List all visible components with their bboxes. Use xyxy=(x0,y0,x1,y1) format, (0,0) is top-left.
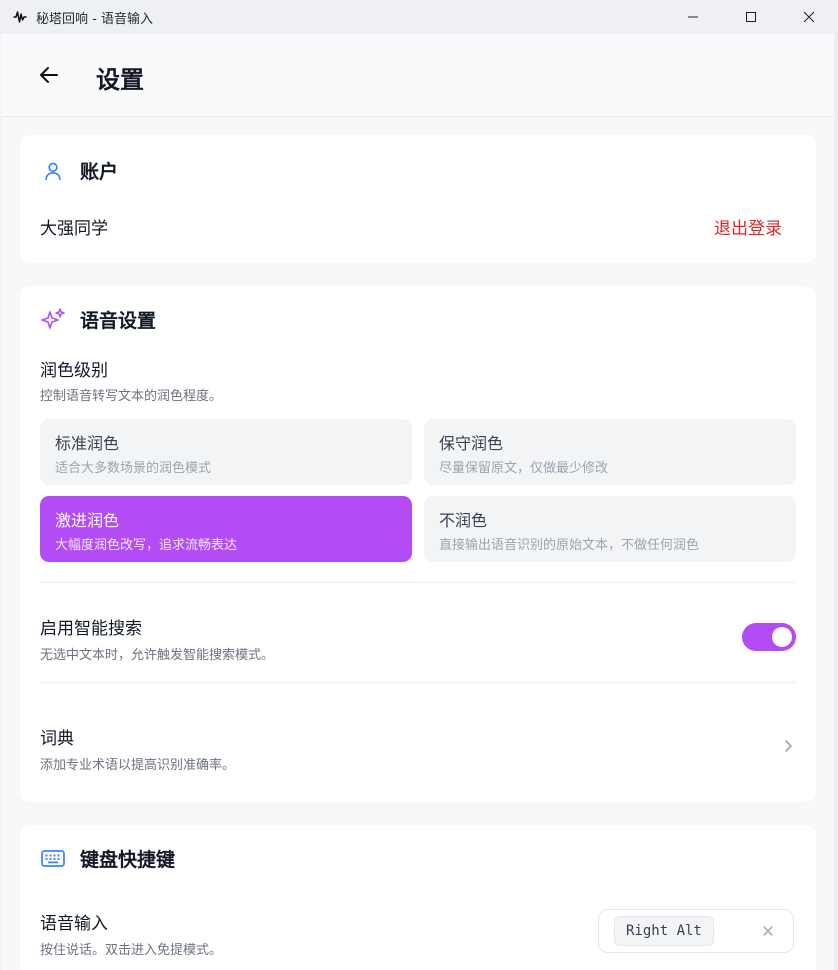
option-title: 标准润色 xyxy=(55,434,120,453)
voice-settings-title: 语音设置 xyxy=(80,310,157,332)
account-card: 账户 大强同学 退出登录 xyxy=(20,135,816,263)
page-title: 设置 xyxy=(96,66,144,94)
smart-search-toggle[interactable] xyxy=(742,623,796,651)
close-icon xyxy=(803,11,815,23)
voice-settings-heading: 语音设置 xyxy=(40,306,156,333)
window-controls xyxy=(664,0,838,34)
shortcut-key-chip: Right Alt xyxy=(614,916,714,946)
username: 大强同学 xyxy=(40,219,108,239)
polish-option-aggressive[interactable]: 激进润色 大幅度润色改写，追求流畅表达 xyxy=(40,496,412,562)
maximize-icon xyxy=(746,12,756,22)
option-description: 尽量保留原文，仅做最少修改 xyxy=(439,461,609,476)
clear-shortcut-button[interactable] xyxy=(761,924,775,938)
toggle-knob xyxy=(772,627,792,647)
polish-level-description: 控制语音转写文本的润色程度。 xyxy=(40,389,223,404)
dictionary-description: 添加专业术语以提高识别准确率。 xyxy=(40,758,236,773)
voice-input-title: 语音输入 xyxy=(40,914,108,934)
polish-level-title: 润色级别 xyxy=(40,361,108,381)
scrollbar[interactable] xyxy=(834,34,838,970)
dictionary-title: 词典 xyxy=(40,729,74,749)
close-window-button[interactable] xyxy=(780,0,838,34)
sparkles-icon xyxy=(40,307,66,333)
option-description: 适合大多数场景的润色模式 xyxy=(55,461,212,476)
option-title: 激进润色 xyxy=(55,511,120,530)
divider xyxy=(40,682,796,683)
polish-option-none[interactable]: 不润色 直接输出语音识别的原始文本，不做任何润色 xyxy=(424,496,796,562)
keyboard-shortcuts-title: 键盘快捷键 xyxy=(80,849,176,871)
keyboard-shortcuts-card: 键盘快捷键 语音输入 按住说话。双击进入免提模式。 Right Alt xyxy=(20,825,816,970)
user-icon xyxy=(40,158,66,184)
option-title: 不润色 xyxy=(439,511,488,530)
account-heading: 账户 xyxy=(40,157,118,184)
window-title: 秘塔回响 - 语音输入 xyxy=(36,11,153,27)
title-bar: 秘塔回响 - 语音输入 xyxy=(0,0,838,34)
account-title: 账户 xyxy=(80,161,119,183)
option-description: 大幅度润色改写，追求流畅表达 xyxy=(55,538,238,553)
voice-input-description: 按住说话。双击进入免提模式。 xyxy=(40,943,223,958)
voice-input-shortcut-field[interactable]: Right Alt xyxy=(598,909,794,953)
smart-search-description: 无选中文本时，允许触发智能搜索模式。 xyxy=(40,648,275,663)
close-icon xyxy=(763,926,773,936)
minimize-icon xyxy=(688,16,698,18)
back-button[interactable] xyxy=(38,64,60,86)
maximize-button[interactable] xyxy=(722,0,780,34)
waveform-icon xyxy=(12,9,28,25)
polish-option-conservative[interactable]: 保守润色 尽量保留原文，仅做最少修改 xyxy=(424,419,796,485)
smart-search-title: 启用智能搜索 xyxy=(40,619,142,639)
divider xyxy=(40,582,796,583)
keyboard-heading: 键盘快捷键 xyxy=(40,845,175,872)
logout-button[interactable]: 退出登录 xyxy=(714,214,782,239)
arrow-left-icon xyxy=(40,67,58,83)
voice-settings-card: 语音设置 润色级别 控制语音转写文本的润色程度。 标准润色 适合大多数场景的润色… xyxy=(20,286,816,802)
page-header: 设置 xyxy=(2,34,834,117)
minimize-button[interactable] xyxy=(664,0,722,34)
keyboard-icon xyxy=(40,846,66,872)
option-title: 保守润色 xyxy=(439,434,504,453)
polish-option-standard[interactable]: 标准润色 适合大多数场景的润色模式 xyxy=(40,419,412,485)
chevron-right-icon xyxy=(781,739,795,753)
settings-page: 设置 账户 大强同学 退出登录 语音设置 润色级别 控制语音转写文本的润色程度。… xyxy=(2,34,834,970)
option-description: 直接输出语音识别的原始文本，不做任何润色 xyxy=(439,538,700,553)
